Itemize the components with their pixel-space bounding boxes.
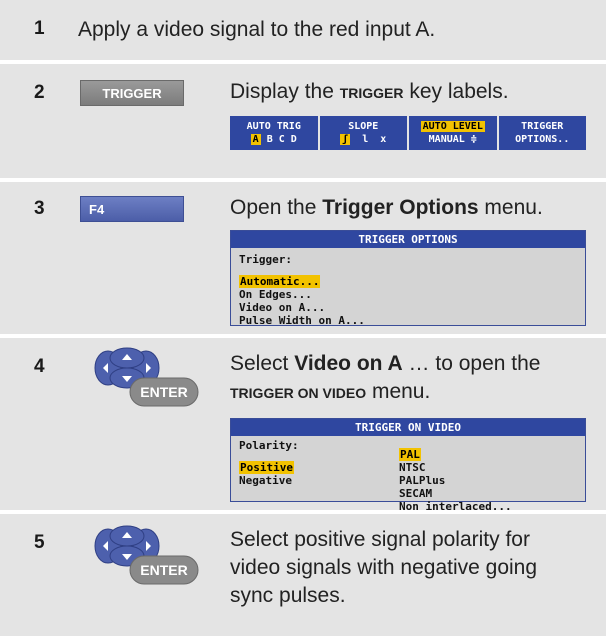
navigation-pad[interactable]: ENTER [86,524,202,586]
step-2: 2 TRIGGER Display the TRIGGER key labels… [0,64,606,178]
system-pal[interactable]: PAL [399,448,512,461]
polarity-positive[interactable]: Positive [239,461,399,474]
menu-item-automatic[interactable]: Automatic... [239,275,577,288]
trigger-on-video-menu: TRIGGER ON VIDEO Polarity: Positive Nega… [230,418,586,513]
step-number: 3 [34,198,45,219]
menu-title: TRIGGER ON VIDEO [231,419,585,436]
step-number: 4 [34,356,45,377]
step-1: 1 Apply a video signal to the red input … [0,0,606,60]
step-text: Display the TRIGGER key labels. [230,80,509,103]
step-number: 2 [34,82,45,103]
system-palplus[interactable]: PALPlus [399,474,512,487]
soft-key-bar: AUTO TRIG A B C D SLOPE ʃ l x AUTO LEVEL… [230,116,586,150]
enter-label: ENTER [140,562,187,578]
system-non-interlaced[interactable]: Non interlaced... [399,500,512,513]
softkey-slope[interactable]: SLOPE ʃ l x [319,116,407,150]
menu-title: TRIGGER OPTIONS [231,231,585,248]
step-number: 5 [34,532,45,553]
system-secam[interactable]: SECAM [399,487,512,500]
trigger-key-button[interactable]: TRIGGER [80,80,184,106]
step-number: 1 [34,18,45,39]
navigation-pad[interactable]: ENTER [86,346,202,408]
menu-item-pulse-width[interactable]: Pulse Width on A... [239,314,577,327]
menu-item-video-on-a[interactable]: Video on A... [239,301,577,314]
step-text: Apply a video signal to the red input A. [78,18,436,41]
softkey-auto-level[interactable]: AUTO LEVEL MANUAL ≑ [409,116,497,150]
step-text: Select positive signal polarity for vide… [230,528,538,607]
step-4: 4 ENTER Select Video on A … to open the … [0,338,606,513]
f4-key-button[interactable]: F4 [80,196,184,222]
step-3: 3 F4 Open the Trigger Options menu. TRIG… [0,182,606,334]
softkey-trigger-options[interactable]: TRIGGER OPTIONS.. [498,116,586,150]
system-ntsc[interactable]: NTSC [399,461,512,474]
step-text: Select Video on A … to open the TRIGGER … [230,352,541,403]
step-5: 5 ENTER Select positive signal polarity … [0,514,606,636]
polarity-label: Polarity: [239,439,299,452]
enter-label: ENTER [140,384,187,400]
polarity-negative[interactable]: Negative [239,474,399,487]
trigger-options-menu: TRIGGER OPTIONS Trigger: Automatic... On… [230,230,586,327]
softkey-auto-trig[interactable]: AUTO TRIG A B C D [230,116,318,150]
trigger-label: Trigger: [239,253,292,266]
step-text: Open the Trigger Options menu. [230,196,543,219]
menu-item-on-edges[interactable]: On Edges... [239,288,577,301]
